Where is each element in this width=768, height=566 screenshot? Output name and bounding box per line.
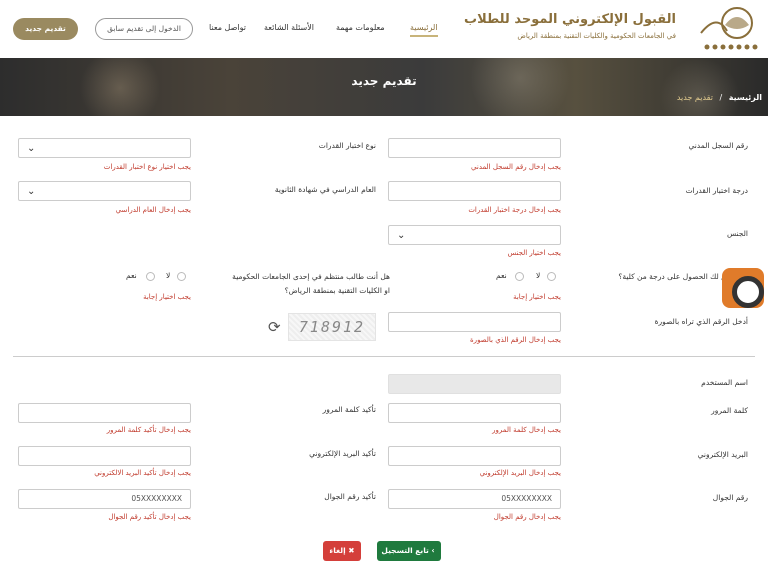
- email-label: البريد الإلكتروني: [697, 450, 748, 459]
- continue-registration-button[interactable]: تابع التسجيل ‹: [377, 541, 441, 561]
- civil-id-error: يجب إدخال رقم السجل المدني: [471, 163, 561, 171]
- cancel-label: إلغاء: [329, 546, 346, 555]
- gender-error: يجب اختيار الجنس: [507, 249, 561, 257]
- enrolled-no-radio[interactable]: [177, 272, 186, 281]
- password-confirm-input[interactable]: [18, 403, 191, 423]
- enrolled-yes-label: نعم: [126, 271, 137, 280]
- password-confirm-error: يجب إدخال تأكيد كلمة المرور: [106, 426, 191, 434]
- email-confirm-error: يجب إدخال تأكيد البريد الالكتروني: [94, 469, 191, 477]
- nav-important-info[interactable]: معلومات مهمة: [336, 23, 385, 32]
- login-previous-button[interactable]: الدخول إلى تقديم سابق: [95, 18, 193, 40]
- page-banner: تقديم جديد: [0, 58, 768, 116]
- password-input[interactable]: [388, 403, 561, 423]
- email-confirm-label: تأكيد البريد الإلكتروني: [309, 449, 376, 458]
- prev-college-no-label: لا: [536, 271, 541, 280]
- gender-select[interactable]: [388, 225, 561, 245]
- prev-college-yes-radio[interactable]: [515, 272, 524, 281]
- breadcrumb-home[interactable]: الرئيسية: [729, 93, 762, 102]
- password-error: يجب إدخال كلمة المرور: [492, 426, 561, 434]
- site-logo[interactable]: [697, 3, 763, 53]
- cancel-button[interactable]: إلغاء ✖: [323, 541, 361, 561]
- aptitude-score-input[interactable]: [388, 181, 561, 201]
- school-year-select[interactable]: [18, 181, 191, 201]
- username-field: [388, 374, 561, 394]
- chevron-left-icon: ‹: [431, 546, 435, 555]
- continue-label: تابع التسجيل: [381, 546, 429, 555]
- mobile-confirm-error: يجب إدخال تأكيد رقم الجوال: [108, 513, 191, 521]
- new-application-button[interactable]: تقديم جديد: [13, 18, 78, 40]
- enrolled-label-2: او الكليات التقنية بمنطقة الرياض؟: [284, 286, 390, 295]
- floating-camera-widget[interactable]: [722, 268, 764, 308]
- prev-college-no-radio[interactable]: [547, 272, 556, 281]
- brand-title: القبول الإلكتروني الموحد للطلاب: [464, 12, 676, 27]
- email-input[interactable]: [388, 446, 561, 466]
- civil-id-input[interactable]: [388, 138, 561, 158]
- captcha-label: أدخل الرقم الذي تراه بالصورة: [654, 317, 748, 326]
- email-error: يجب إدخال البريد الإلكتروني: [479, 469, 561, 477]
- enrolled-label-1: هل أنت طالب منتظم في إحدى الجامعات الحكو…: [232, 272, 390, 281]
- prev-college-yes-label: نعم: [496, 271, 507, 280]
- brand-subtitle: في الجامعات الحكومية والكليات التقنية بم…: [517, 32, 676, 40]
- mobile-label: رقم الجوال: [712, 493, 748, 502]
- aptitude-type-select[interactable]: [18, 138, 191, 158]
- breadcrumb-separator: /: [719, 93, 723, 102]
- section-divider: [13, 356, 755, 357]
- enrolled-no-label: لا: [166, 271, 171, 280]
- nav-home[interactable]: الرئيسية: [410, 23, 438, 37]
- aptitude-score-error: يجب إدخال درجة اختبار القدرات: [468, 206, 561, 214]
- aptitude-type-error: يجب اختيار نوع اختبار القدرات: [103, 163, 191, 171]
- page-title: تقديم جديد: [351, 74, 417, 88]
- mobile-input[interactable]: 05XXXXXXXX: [388, 489, 561, 509]
- mobile-confirm-input[interactable]: 05XXXXXXXX: [18, 489, 191, 509]
- civil-id-label: رقم السجل المدني: [688, 141, 748, 150]
- breadcrumb-current: تقديم جديد: [676, 93, 713, 102]
- nav-contact[interactable]: تواصل معنا: [209, 23, 246, 32]
- nav-faq[interactable]: الأسئلة الشائعة: [264, 23, 314, 32]
- breadcrumb: الرئيسية / تقديم جديد: [677, 93, 762, 102]
- password-label: كلمة المرور: [711, 406, 748, 415]
- email-confirm-input[interactable]: [18, 446, 191, 466]
- captcha-image: 718912: [288, 313, 376, 341]
- school-year-error: يجب إدخال العام الدراسي: [115, 206, 191, 214]
- mobile-error: يجب إدخال رقم الجوال: [493, 513, 561, 521]
- school-year-label: العام الدراسي في شهادة الثانوية: [274, 185, 376, 194]
- enrolled-error: يجب اختيار إجابة: [143, 293, 191, 301]
- close-icon: ✖: [348, 546, 355, 555]
- prev-college-error: يجب اختيار إجابة: [513, 293, 561, 301]
- aptitude-score-label: درجة اختبار القدرات: [685, 186, 748, 195]
- captcha-input[interactable]: [388, 312, 561, 332]
- mobile-confirm-label: تأكيد رقم الجوال: [324, 492, 376, 501]
- password-confirm-label: تأكيد كلمة المرور: [322, 405, 376, 414]
- gender-label: الجنس: [726, 229, 748, 238]
- username-label: اسم المستخدم: [701, 378, 748, 387]
- aptitude-type-label: نوع اختبار القدرات: [318, 141, 376, 150]
- refresh-captcha-icon[interactable]: ⟳: [268, 318, 281, 336]
- enrolled-yes-radio[interactable]: [146, 272, 155, 281]
- captcha-error: يجب إدخال الرقم الذي بالصورة: [470, 336, 561, 344]
